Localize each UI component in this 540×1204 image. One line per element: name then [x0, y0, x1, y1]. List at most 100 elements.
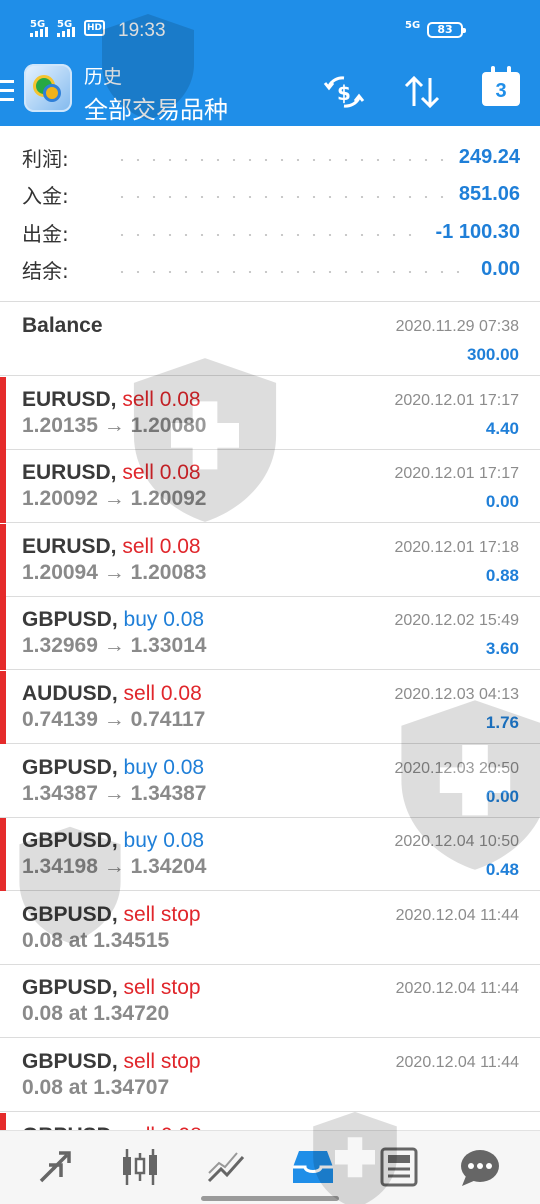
news-icon — [380, 1147, 418, 1187]
trade-title: GBPUSD, sell stop — [22, 976, 201, 1000]
trade-time: 2020.12.01 17:18 — [394, 539, 519, 556]
symbol-label: GBPUSD, — [22, 1050, 118, 1073]
trade-volume: 0.08 — [163, 829, 205, 852]
symbol-label: GBPUSD, — [22, 756, 118, 779]
trade-time: 2020.12.04 11:44 — [395, 1054, 519, 1071]
history-row[interactable]: EURUSD, sell 0.08 1.20092 → 1.20092 2020.1… — [0, 450, 540, 523]
trade-prices: 0.74139 → 0.74117 — [22, 708, 206, 731]
trade-volume: 0.08 — [160, 682, 202, 705]
nav-quotes[interactable] — [25, 1143, 85, 1191]
trade-prices: 1.32969 → 1.33014 — [22, 634, 207, 657]
nav-history[interactable] — [283, 1143, 343, 1191]
sort-icon — [404, 75, 440, 109]
trade-title: AUDUSD, sell 0.08 — [22, 682, 202, 706]
symbol-label: GBPUSD, — [22, 829, 118, 852]
nav-news[interactable] — [370, 1143, 430, 1191]
trade-time: 2020.12.04 10:50 — [394, 833, 519, 850]
symbol-label: EURUSD, — [22, 388, 117, 411]
trade-title: GBPUSD, buy 0.08 — [22, 756, 204, 780]
trade-type: buy — [123, 829, 158, 852]
nav-messages[interactable] — [450, 1143, 510, 1191]
menu-icon[interactable] — [0, 80, 18, 102]
trade-profit: 3.60 — [485, 639, 519, 658]
trade-profit: 0.00 — [485, 492, 519, 511]
trade-type: sell stop — [123, 1050, 201, 1073]
trade-title: Balance — [22, 314, 103, 338]
loss-marker — [0, 671, 6, 744]
summary-label: 入金: — [22, 183, 69, 208]
trade-volume: 0.08 — [163, 756, 205, 779]
page-title[interactable]: 全部交易品种 — [84, 90, 228, 125]
nav-chart[interactable] — [110, 1143, 170, 1191]
symbol-label: GBPUSD, — [22, 608, 118, 631]
trade-type: sell stop — [123, 976, 201, 999]
trade-type: sell — [122, 461, 154, 484]
history-row[interactable]: EURUSD, sell 0.08 1.20135 → 1.20080 2020.1… — [0, 377, 540, 450]
trade-prices: 1.34198 → 1.34204 — [22, 855, 207, 878]
trade-volume: 0.08 — [163, 608, 205, 631]
trade-type: buy — [123, 756, 158, 779]
trade-prices: 0.08 at 1.34720 — [22, 1002, 170, 1025]
trade-profit: 0.48 — [485, 860, 519, 879]
trade-prices: 0.08 at 1.34707 — [22, 1076, 170, 1099]
trade-time: 2020.12.02 15:49 — [394, 612, 519, 629]
trade-prices: 1.20135 → 1.20080 — [22, 414, 207, 437]
trade-profit: 4.40 — [485, 419, 519, 438]
history-row[interactable]: GBPUSD, sell stop 0.08 at 1.34515 2020.12.… — [0, 892, 540, 965]
trade-type: sell — [123, 682, 156, 705]
summary-value: 249.24 — [458, 145, 520, 168]
trade-profit: 1.76 — [485, 713, 519, 732]
history-summary: 利润: 249.24 入金: 851.06 出金: -1 100.30 结余: … — [0, 126, 540, 302]
summary-row-profit: 利润: 249.24 — [22, 139, 520, 175]
hd-badge: HD — [84, 20, 106, 36]
history-row[interactable]: EURUSD, sell 0.08 1.20094 → 1.20083 2020.1… — [0, 524, 540, 597]
trade-profit: 300.00 — [467, 345, 519, 364]
trade-profit: 0.00 — [485, 787, 519, 806]
trade-volume: 0.08 — [159, 535, 201, 558]
trade-title: GBPUSD, buy 0.08 — [22, 829, 204, 853]
summary-value: -1 100.30 — [435, 220, 520, 243]
history-row[interactable]: GBPUSD, buy 0.08 1.34387 → 1.34387 2020.12… — [0, 745, 540, 818]
balance-row[interactable]: Balance 2020.11.29 07:38 300.00 — [0, 303, 540, 376]
trade-prices: 1.20092 → 1.20092 — [22, 487, 207, 510]
summary-label: 利润: — [22, 146, 69, 171]
loss-marker — [0, 597, 6, 670]
symbol-label: AUDUSD, — [22, 682, 118, 705]
history-row[interactable]: GBPUSD, buy 0.08 1.34198 → 1.34204 2020.12… — [0, 818, 540, 891]
symbol-label: EURUSD, — [22, 535, 117, 558]
history-row[interactable]: AUDUSD, sell 0.08 0.74139 → 0.74117 2020.1… — [0, 671, 540, 744]
trade-time: 2020.12.03 20:50 — [394, 760, 519, 777]
trade-prices: 1.34387 → 1.34387 — [22, 782, 207, 805]
trade-time: 2020.12.01 17:17 — [394, 392, 519, 409]
page-subtitle: 历史 — [84, 66, 123, 88]
trade-time: 2020.12.01 17:17 — [394, 465, 519, 482]
summary-value: 0.00 — [481, 257, 520, 280]
history-row[interactable]: GBPUSD, buy 0.08 1.32969 → 1.33014 2020.12… — [0, 597, 540, 670]
trade-prices: 0.08 at 1.34515 — [22, 929, 170, 952]
history-row[interactable]: GBPUSD, sell stop 0.08 at 1.34707 2020.12.… — [0, 1039, 540, 1112]
summary-row-deposit: 入金: 851.06 — [22, 176, 520, 212]
summary-row-balance: 结余: 0.00 — [22, 251, 520, 287]
battery-icon: 83 — [427, 22, 466, 38]
app-logo[interactable] — [24, 64, 72, 112]
history-row[interactable]: GBPUSD, sell stop 0.08 at 1.34720 2020.12.… — [0, 965, 540, 1038]
trade-title: GBPUSD, buy 0.08 — [22, 608, 204, 632]
summary-label: 结余: — [22, 258, 69, 283]
nav-trade[interactable] — [197, 1143, 257, 1191]
quotes-icon — [39, 1151, 71, 1183]
symbol-label: GBPUSD, — [22, 903, 118, 926]
home-indicator[interactable] — [201, 1196, 339, 1201]
dotted-leader — [114, 234, 424, 236]
network-label: 5G — [405, 20, 421, 31]
loss-marker — [0, 377, 6, 450]
calendar-icon[interactable]: 3 — [482, 66, 520, 106]
deposit-withdraw-button[interactable]: $ — [322, 70, 366, 114]
sort-button[interactable] — [400, 70, 444, 114]
trade-title: EURUSD, sell 0.08 — [22, 388, 201, 412]
currency-exchange-icon: $ — [323, 76, 365, 108]
symbol-label: Balance — [22, 314, 103, 337]
bottom-navigation — [0, 1130, 540, 1204]
trade-title: GBPUSD, sell stop — [22, 1050, 201, 1074]
trade-time: 2020.11.29 07:38 — [395, 318, 519, 335]
trade-title: EURUSD, sell 0.08 — [22, 461, 201, 485]
